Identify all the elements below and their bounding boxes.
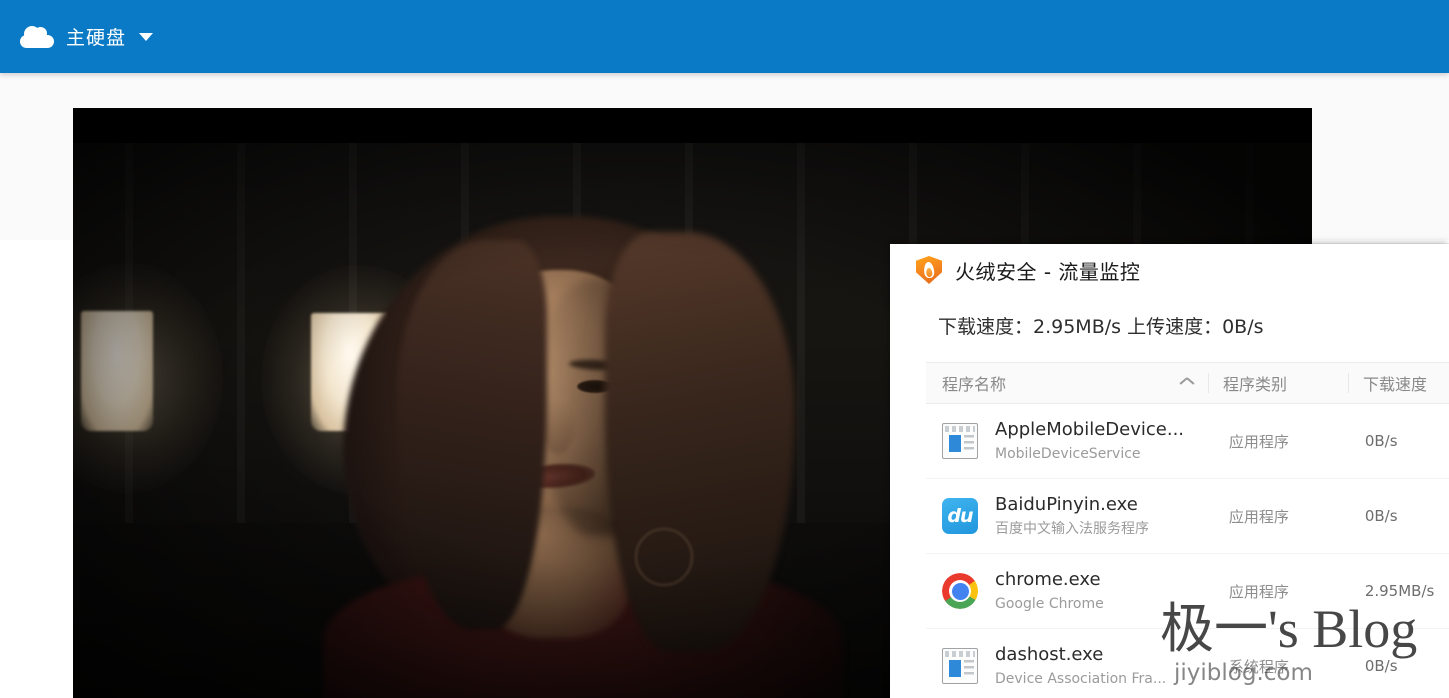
panel-title-row: 火绒安全 - 流量监控 <box>890 244 1449 296</box>
scene-person <box>305 208 825 698</box>
program-download-speed: 0B/s <box>1351 657 1449 675</box>
traffic-monitor-panel: 火绒安全 - 流量监控 下载速度：2.95MB/s 上传速度：0B/s 程序名称… <box>890 244 1449 698</box>
column-header-download-speed[interactable]: 下载速度 <box>1348 373 1449 393</box>
program-category: 应用程序 <box>1215 581 1351 602</box>
person-earring <box>635 528 693 586</box>
column-header-program-category[interactable]: 程序类别 <box>1208 373 1348 393</box>
row-name-texts: AppleMobileDevice... MobileDeviceService <box>995 418 1184 464</box>
row-name-texts: chrome.exe Google Chrome <box>995 568 1104 614</box>
chevron-down-icon[interactable] <box>139 33 153 41</box>
program-description: Google Chrome <box>995 594 1104 614</box>
column-header-program-name[interactable]: 程序名称 <box>926 371 1208 395</box>
cloud-icon <box>20 26 54 48</box>
panel-title: 火绒安全 - 流量监控 <box>955 256 1140 285</box>
column-header-program-category-label: 程序类别 <box>1223 371 1287 395</box>
generic-program-icon <box>942 423 978 459</box>
program-description: Device Association Fra... <box>995 669 1166 689</box>
top-bar: 主硬盘 <box>0 0 1449 73</box>
program-name: chrome.exe <box>995 568 1104 592</box>
program-download-speed: 0B/s <box>1351 432 1449 450</box>
row-name-texts: dashost.exe Device Association Fra... <box>995 643 1166 689</box>
wall-lamp-left <box>81 311 153 431</box>
app-root: 主硬盘 <box>0 0 1449 698</box>
row-name-texts: BaiduPinyin.exe 百度中文输入法服务程序 <box>995 493 1149 539</box>
table-row[interactable]: AppleMobileDevice... MobileDeviceService… <box>926 404 1449 479</box>
table-row[interactable]: chrome.exe Google Chrome 应用程序 2.95MB/s <box>926 554 1449 629</box>
drive-selector[interactable]: 主硬盘 <box>20 23 153 50</box>
program-table: 程序名称 程序类别 下载速度 AppleMobileDevice... <box>926 362 1449 698</box>
program-description: 百度中文输入法服务程序 <box>995 519 1149 539</box>
program-name: AppleMobileDevice... <box>995 418 1184 442</box>
column-header-download-speed-label: 下载速度 <box>1363 371 1427 395</box>
row-name-cell: du BaiduPinyin.exe 百度中文输入法服务程序 <box>942 493 1215 539</box>
generic-program-icon <box>942 648 978 684</box>
chrome-icon <box>942 573 978 609</box>
row-name-cell: chrome.exe Google Chrome <box>942 568 1215 614</box>
row-name-cell: dashost.exe Device Association Fra... <box>942 643 1215 689</box>
program-download-speed: 2.95MB/s <box>1351 582 1449 600</box>
program-name: BaiduPinyin.exe <box>995 493 1149 517</box>
program-description: MobileDeviceService <box>995 444 1184 464</box>
program-category: 系统程序 <box>1215 656 1351 677</box>
program-download-speed: 0B/s <box>1351 507 1449 525</box>
program-category: 应用程序 <box>1215 431 1351 452</box>
huorong-shield-icon <box>916 256 942 284</box>
program-name: dashost.exe <box>995 643 1166 667</box>
speed-summary: 下载速度：2.95MB/s 上传速度：0B/s <box>938 312 1264 339</box>
row-name-cell: AppleMobileDevice... MobileDeviceService <box>942 418 1215 464</box>
column-header-program-name-label: 程序名称 <box>942 371 1180 395</box>
video-letterbox-top <box>73 108 1312 143</box>
sort-ascending-icon[interactable] <box>1180 379 1194 388</box>
table-header-row: 程序名称 程序类别 下载速度 <box>926 362 1449 404</box>
table-row[interactable]: du BaiduPinyin.exe 百度中文输入法服务程序 应用程序 0B/s <box>926 479 1449 554</box>
program-category: 应用程序 <box>1215 506 1351 527</box>
table-row[interactable]: dashost.exe Device Association Fra... 系统… <box>926 629 1449 698</box>
baidu-icon: du <box>942 498 978 534</box>
drive-label: 主硬盘 <box>66 23 126 50</box>
